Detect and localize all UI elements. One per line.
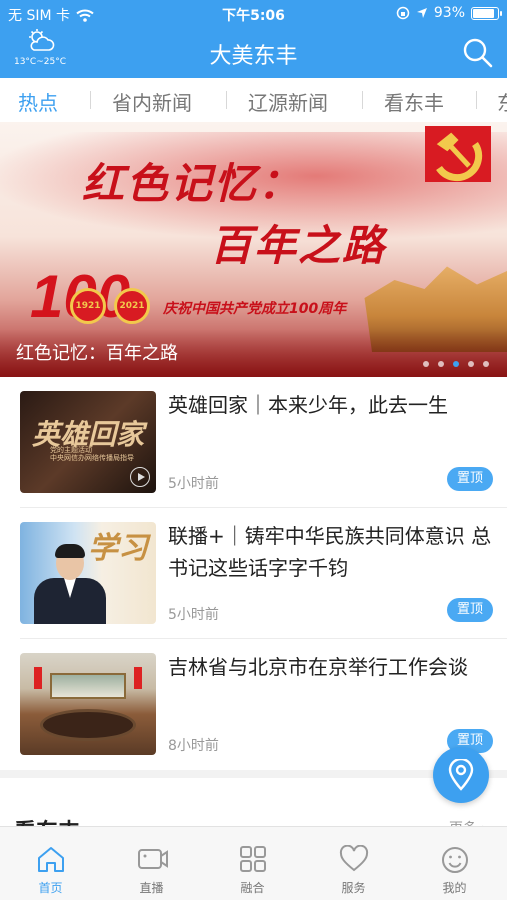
banner-caption: 红色记忆：百年之路: [16, 343, 178, 364]
tab-hot[interactable]: 热点: [18, 87, 58, 116]
tab-province-news[interactable]: 省内新闻: [112, 87, 192, 116]
pinned-badge: 置顶: [447, 598, 493, 622]
year-medal-end: 2021: [114, 288, 150, 324]
status-bar: 无 SIM 卡 下午5:06 93%: [0, 0, 507, 28]
orientation-lock-icon: [396, 6, 410, 20]
carousel-dot[interactable]: [453, 361, 459, 367]
tabbar-label: 首页: [38, 881, 63, 895]
bottom-tab-bar: 首页 直播 融合 服务 我的: [0, 826, 507, 900]
news-item[interactable]: 英雄回家 党的主题活动 中央网信办网络传播局指导 英雄回家｜本来少年，此去一生 …: [0, 377, 507, 507]
location-fab[interactable]: [433, 747, 489, 803]
tab-separator: [362, 91, 363, 109]
battery-fill: [473, 8, 494, 18]
tab-separator: [90, 91, 91, 109]
thumb-calligraphy: 学习: [88, 531, 148, 566]
carousel-dots: [423, 361, 489, 367]
tab-overflow[interactable]: 东: [497, 87, 507, 116]
tabbar-fusion[interactable]: 融合: [202, 827, 303, 900]
tabbar-label: 服务: [341, 881, 366, 895]
category-tabs: 热点 省内新闻 辽源新闻 看东丰 东: [0, 78, 507, 122]
thumb-subtitle: 中央网信办网络传播局指导: [50, 454, 134, 462]
news-title: 英雄回家｜本来少年，此去一生: [168, 393, 448, 417]
app-header: 无 SIM 卡 下午5:06 93% 13°C~25°C 大美东丰: [0, 0, 507, 78]
news-item[interactable]: 学习 联播+｜铸牢中华民族共同体意识 总书记这些话字字千钧 5小时前 置顶: [0, 508, 507, 638]
tabbar-live[interactable]: 直播: [101, 827, 202, 900]
tabbar-service[interactable]: 服务: [303, 827, 404, 900]
location-arrow-icon: [416, 8, 427, 18]
year-medal-start: 1921: [70, 288, 106, 324]
search-icon[interactable]: [461, 36, 495, 70]
tab-liaoyuan-news[interactable]: 辽源新闻: [248, 87, 328, 116]
tabbar-home[interactable]: 首页: [0, 827, 101, 900]
party-emblem-icon: [425, 126, 491, 182]
tabbar-label: 融合: [240, 881, 265, 895]
news-thumbnail: [20, 653, 156, 755]
carousel-dot[interactable]: [483, 361, 489, 367]
app-title: 大美东丰: [209, 44, 298, 69]
news-list: 英雄回家 党的主题活动 中央网信办网络传播局指导 英雄回家｜本来少年，此去一生 …: [0, 377, 507, 770]
smile-face-icon: [442, 847, 468, 873]
carousel-dot[interactable]: [438, 361, 444, 367]
tabbar-label: 直播: [139, 881, 164, 895]
home-icon: [38, 847, 64, 872]
news-thumbnail: 学习: [20, 522, 156, 624]
map-pin-icon: [448, 759, 474, 791]
battery-percent: 93%: [433, 5, 465, 21]
news-title: 联播+｜铸牢中华民族共同体意识 总书记这些话字字千钧: [168, 524, 492, 580]
tab-separator: [476, 91, 477, 109]
news-time: 8小时前: [168, 738, 219, 754]
carousel-dot[interactable]: [423, 361, 429, 367]
play-icon[interactable]: [130, 467, 150, 487]
video-camera-icon: [138, 849, 168, 869]
pinned-badge: 置顶: [447, 467, 493, 491]
banner-headline-1: 红色记忆：: [82, 159, 303, 208]
news-title: 吉林省与北京市在京举行工作会谈: [168, 655, 468, 679]
tab-dongfeng[interactable]: 看东丰: [384, 87, 444, 116]
tabbar-label: 我的: [442, 881, 467, 895]
news-time: 5小时前: [168, 476, 219, 492]
tab-separator: [226, 91, 227, 109]
battery-icon: [471, 6, 502, 20]
banner-headline-2: 百年之路: [210, 221, 387, 270]
news-item[interactable]: 吉林省与北京市在京举行工作会谈 8小时前 置顶: [0, 639, 507, 769]
tabbar-mine[interactable]: 我的: [404, 827, 505, 900]
banner-slogan: 庆祝中国共产党成立100周年: [163, 301, 347, 317]
hero-banner[interactable]: 红色记忆： 百年之路 100 1921 2021 庆祝中国共产党成立100周年 …: [0, 122, 507, 377]
heart-icon: [339, 845, 369, 872]
grid-icon: [240, 846, 266, 872]
news-thumbnail: 英雄回家 党的主题活动 中央网信办网络传播局指导: [20, 391, 156, 493]
news-time: 5小时前: [168, 607, 219, 623]
carousel-dot[interactable]: [468, 361, 474, 367]
